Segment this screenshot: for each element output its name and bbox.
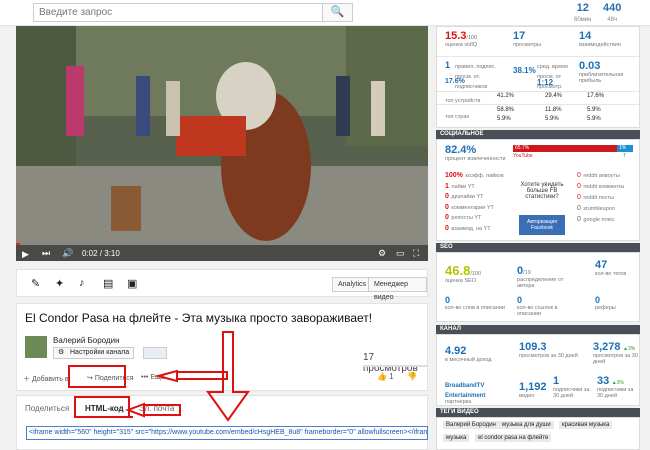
video-player[interactable]: [16, 26, 428, 261]
engagement-percent: 82.4%: [445, 144, 477, 156]
seo-header: SEO: [436, 243, 640, 252]
video-manager-button[interactable]: Менеджер видео: [368, 277, 427, 301]
channel-name[interactable]: Валерий Бородин: [53, 336, 120, 345]
devices-label: топ устройств: [445, 98, 481, 104]
enhance-icon[interactable]: ✦: [55, 277, 64, 290]
channel-header: КАНАЛ: [436, 325, 640, 334]
seo-score: 46.8: [445, 263, 471, 278]
vidiq-stats: 15.3/100 оценка vidIQ 17 просмотры 14 взаим…: [436, 26, 640, 128]
social-panel: 82.4% процент вовлеченности 65.7% 1% YouT…: [436, 139, 640, 241]
plus-icon: ＋: [23, 376, 30, 383]
gear-icon: ⚙: [58, 349, 65, 356]
theater-icon[interactable]: ▭: [396, 248, 405, 259]
volume-icon[interactable]: 🔊: [62, 248, 73, 259]
tags-header: ТЕГИ ВИДЕО: [436, 408, 640, 417]
add-to-button[interactable]: ＋ Добавить в: [23, 374, 69, 384]
top-bar: Введите запрос 🔍 12 60мин 440 48ч: [0, 0, 650, 26]
tag-item[interactable]: красивая музыка: [559, 421, 613, 429]
facebook-login-button[interactable]: Авторизация Facebook: [519, 215, 565, 235]
social-header: СОЦИАЛЬНОЕ: [436, 130, 640, 139]
tag-item[interactable]: музыка: [443, 434, 470, 442]
search-input[interactable]: Введите запрос: [33, 3, 323, 22]
fb-question: Хотите увидеть больше FB статистики?: [520, 182, 564, 200]
edit-icon[interactable]: ✎: [31, 277, 40, 290]
edit-toolbar: ✎ ✦ ♪ ▤ ▣ Analytics Менеджер видео: [16, 269, 428, 301]
analytics-button[interactable]: Analytics: [332, 277, 373, 292]
search-button[interactable]: 🔍: [323, 3, 353, 22]
view-count: 17 просмотров: [363, 352, 418, 374]
avatar[interactable]: [25, 336, 47, 358]
like-bar: [363, 365, 427, 367]
settings-icon[interactable]: ⚙: [378, 248, 386, 259]
vidiq-score: 15.3: [445, 30, 467, 42]
views-value: 17: [513, 30, 526, 42]
tag-item[interactable]: el condor pasa на флейте: [475, 434, 552, 442]
annotation-arrows: [125, 331, 250, 422]
earnings-value: 0.03: [579, 60, 601, 72]
like-icon[interactable]: 👍 1: [377, 372, 394, 381]
fullscreen-icon[interactable]: ⛶: [413, 248, 419, 259]
subtitles-icon[interactable]: ▣: [127, 277, 137, 290]
progress-fill: [16, 243, 21, 245]
tab-share[interactable]: Поделиться: [25, 404, 69, 413]
time-display: 0:02 / 3:10: [82, 249, 120, 258]
dislike-icon[interactable]: 👎: [407, 372, 417, 381]
tags-panel: Валерий Бородин музыка для души красивая…: [436, 417, 640, 450]
seo-panel: 46.8/100 оценка SEO 0/19 распределение от …: [436, 252, 640, 322]
next-icon[interactable]: ⏭: [42, 248, 50, 259]
stat-48h: 440 48ч: [603, 2, 622, 23]
audio-icon[interactable]: ♪: [79, 277, 85, 289]
stat-60min: 12 60мин: [574, 2, 592, 23]
engagement-value: 14: [579, 30, 592, 42]
tag-item[interactable]: музыка для души: [499, 421, 554, 429]
tag-item[interactable]: Валерий Бородин: [443, 421, 499, 429]
video-frame: [16, 26, 428, 261]
annotations-icon[interactable]: ▤: [103, 277, 113, 290]
reddit-metrics: 0 reddit апвоуты 0 reddit комменты 0 red…: [577, 172, 625, 223]
player-controls: ▶ ⏭ 🔊 0:02 / 3:10 ⚙ ▭ ⛶: [16, 243, 428, 261]
youtube-bar: 65.7%: [513, 145, 617, 152]
share-highlight: [68, 365, 126, 388]
channel-panel: 4.92 в месячный доход 109.3 просмотров за …: [436, 334, 640, 406]
youtube-metrics: 100% коэфф. лайков 1 лайки YT 0 дизлайки…: [445, 172, 504, 232]
progress-track[interactable]: [16, 243, 428, 245]
play-icon[interactable]: ▶: [22, 249, 29, 260]
search-icon: 🔍: [330, 6, 345, 18]
